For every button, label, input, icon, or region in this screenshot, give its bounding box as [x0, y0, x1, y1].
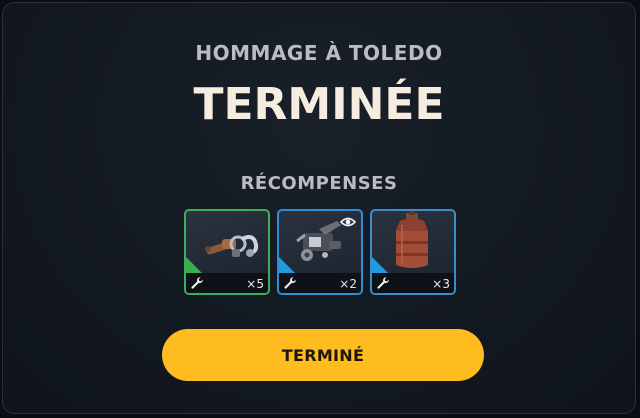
reward-card-mechanical-parts[interactable]: ×2	[277, 209, 363, 295]
wrench-icon	[191, 277, 203, 289]
wrench-icon	[284, 277, 296, 289]
completion-dialog: HOMMAGE À TOLEDO TERMINÉE RÉCOMPENSES ×5	[2, 2, 636, 414]
reward-quantity: ×5	[246, 277, 264, 291]
reward-quantity: ×2	[339, 277, 357, 291]
rewards-heading: RÉCOMPENSES	[240, 173, 398, 194]
completion-title: TERMINÉE	[193, 79, 445, 130]
reward-card-gas-canister[interactable]: ×3	[370, 209, 456, 295]
rarity-corner	[186, 257, 202, 273]
eye-icon[interactable]	[340, 216, 356, 228]
done-button[interactable]: TERMINÉ	[162, 329, 484, 381]
rarity-corner	[372, 257, 388, 273]
rewards-list: ×5 ×2 ×3	[184, 209, 456, 295]
mission-name: HOMMAGE À TOLEDO	[195, 41, 443, 65]
reward-footer: ×5	[186, 273, 268, 293]
reward-card-pipe-fittings[interactable]: ×5	[184, 209, 270, 295]
reward-footer: ×3	[372, 273, 454, 293]
reward-quantity: ×3	[432, 277, 450, 291]
rarity-corner	[279, 257, 295, 273]
reward-footer: ×2	[279, 273, 361, 293]
wrench-icon	[377, 277, 389, 289]
